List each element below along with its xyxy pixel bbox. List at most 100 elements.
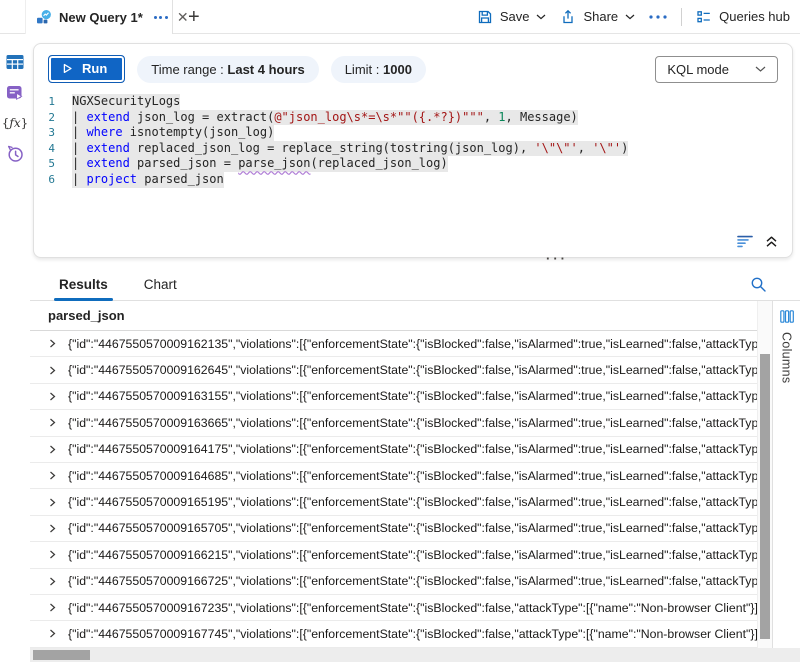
code-lines: 1NGXSecurityLogs2| extend json_log = ext…: [34, 94, 792, 188]
table-row[interactable]: {"id":"4467550570009164685","violations"…: [30, 463, 757, 489]
table-row[interactable]: {"id":"4467550570009165195","violations"…: [30, 489, 757, 515]
limit-picker[interactable]: Limit : 1000: [331, 56, 426, 83]
time-range-label: Time range :: [151, 62, 224, 77]
row-json-value: {"id":"4467550570009167235","violations"…: [68, 601, 757, 615]
code-text: | where isnotempty(json_log): [72, 125, 274, 141]
editor-actions: [737, 235, 778, 248]
tab-bar-actions: Save Share Queries hub: [477, 0, 800, 33]
code-line[interactable]: 5| extend parsed_json = parse_json(repla…: [34, 156, 792, 172]
queries-hub-label: Queries hub: [719, 9, 790, 24]
save-button[interactable]: Save: [477, 9, 547, 25]
row-json-value: {"id":"4467550570009162645","violations"…: [68, 363, 757, 377]
queries-hub-button[interactable]: Queries hub: [696, 9, 790, 25]
chevron-down-icon: [755, 66, 766, 73]
row-expand-icon[interactable]: [48, 339, 57, 348]
row-expand-icon[interactable]: [48, 418, 57, 427]
row-json-value: {"id":"4467550570009162135","violations"…: [68, 337, 757, 351]
run-label: Run: [82, 61, 107, 76]
code-line[interactable]: 2| extend json_log = extract(@"json_log\…: [34, 110, 792, 126]
row-expand-icon[interactable]: [48, 392, 57, 401]
code-text: NGXSecurityLogs: [72, 94, 180, 110]
code-text: | extend replaced_json_log = replace_str…: [72, 141, 628, 157]
columns-panel-tab[interactable]: Columns: [772, 301, 800, 648]
table-row[interactable]: {"id":"4467550570009163155","violations"…: [30, 384, 757, 410]
tables-icon[interactable]: [6, 54, 24, 70]
tab-results-label: Results: [59, 277, 108, 292]
row-json-value: {"id":"4467550570009164685","violations"…: [68, 469, 757, 483]
tab-chart[interactable]: Chart: [144, 277, 177, 300]
history-icon[interactable]: [6, 145, 24, 163]
functions-icon[interactable]: {ƒx}: [2, 116, 29, 130]
query-tab[interactable]: New Query 1* ✕: [25, 0, 173, 34]
query-editor-panel: Run Time range : Last 4 hours Limit : 10…: [33, 43, 793, 258]
row-expand-icon[interactable]: [48, 550, 57, 559]
line-number: 1: [34, 94, 72, 110]
table-row[interactable]: {"id":"4467550570009163665","violations"…: [30, 410, 757, 436]
row-expand-icon[interactable]: [48, 445, 57, 454]
left-rail: {ƒx}: [0, 34, 30, 671]
table-row[interactable]: {"id":"4467550570009166215","violations"…: [30, 542, 757, 568]
tab-close-icon[interactable]: ✕: [177, 10, 189, 24]
horizontal-scrollbar[interactable]: [30, 648, 800, 662]
query-mode-select[interactable]: KQL mode: [655, 56, 778, 83]
panel-resize-handle[interactable]: ···: [546, 251, 568, 266]
row-expand-icon[interactable]: [48, 498, 57, 507]
line-number: 3: [34, 125, 72, 141]
tab-results[interactable]: Results: [59, 277, 108, 300]
tab-chart-label: Chart: [144, 277, 177, 292]
row-expand-icon[interactable]: [48, 471, 57, 480]
code-line[interactable]: 1NGXSecurityLogs: [34, 94, 792, 110]
line-number: 5: [34, 156, 72, 172]
table-row[interactable]: {"id":"4467550570009166725","violations"…: [30, 569, 757, 595]
row-expand-icon[interactable]: [48, 629, 57, 638]
run-button[interactable]: Run: [48, 55, 125, 83]
saved-queries-icon[interactable]: [6, 85, 24, 101]
query-toolbar: Run Time range : Last 4 hours Limit : 10…: [34, 44, 792, 87]
new-tab-button[interactable]: +: [188, 7, 200, 27]
row-expand-icon[interactable]: [48, 603, 57, 612]
row-expand-icon[interactable]: [48, 577, 57, 586]
share-icon: [560, 9, 576, 25]
row-expand-icon[interactable]: [48, 366, 57, 375]
grid-rows: {"id":"4467550570009162135","violations"…: [30, 331, 757, 648]
table-row[interactable]: {"id":"4467550570009164175","violations"…: [30, 437, 757, 463]
code-editor[interactable]: 1NGXSecurityLogs2| extend json_log = ext…: [34, 94, 792, 188]
adx-app-icon: [36, 9, 52, 25]
tab-more-icon[interactable]: [154, 16, 168, 19]
vertical-scrollbar[interactable]: [757, 301, 772, 648]
query-mode-value: KQL mode: [667, 62, 729, 77]
more-commands-button[interactable]: [649, 15, 667, 19]
code-text: | project parsed_json: [72, 172, 224, 188]
table-row[interactable]: {"id":"4467550570009162645","violations"…: [30, 357, 757, 383]
vertical-scrollbar-thumb[interactable]: [760, 354, 770, 639]
row-json-value: {"id":"4467550570009163665","violations"…: [68, 416, 757, 430]
code-line[interactable]: 3| where isnotempty(json_log): [34, 125, 792, 141]
code-text: | extend parsed_json = parse_json(replac…: [72, 156, 448, 172]
table-row[interactable]: {"id":"4467550570009165705","violations"…: [30, 516, 757, 542]
chevron-down-icon: [625, 14, 635, 20]
save-icon: [477, 9, 493, 25]
code-line[interactable]: 6| project parsed_json: [34, 172, 792, 188]
view-options-icon[interactable]: [737, 235, 754, 248]
columns-panel-label: Columns: [780, 332, 794, 383]
row-json-value: {"id":"4467550570009166215","violations"…: [68, 548, 757, 562]
code-text: | extend json_log = extract(@"json_log\s…: [72, 110, 578, 126]
share-button[interactable]: Share: [560, 9, 635, 25]
column-header-label: parsed_json: [48, 308, 125, 323]
queries-hub-icon: [696, 9, 712, 25]
row-expand-icon[interactable]: [48, 524, 57, 533]
search-icon[interactable]: [750, 276, 767, 293]
table-row[interactable]: {"id":"4467550570009167745","violations"…: [30, 621, 757, 647]
row-json-value: {"id":"4467550570009167745","violations"…: [68, 627, 757, 641]
line-number: 6: [34, 172, 72, 188]
horizontal-scrollbar-thumb[interactable]: [33, 650, 90, 660]
table-row[interactable]: {"id":"4467550570009162135","violations"…: [30, 331, 757, 357]
line-number: 4: [34, 141, 72, 157]
code-line[interactable]: 4| extend replaced_json_log = replace_st…: [34, 141, 792, 157]
column-header-parsed-json[interactable]: parsed_json: [30, 301, 757, 331]
row-json-value: {"id":"4467550570009164175","violations"…: [68, 442, 757, 456]
collapse-editor-icon[interactable]: [765, 235, 778, 248]
time-range-picker[interactable]: Time range : Last 4 hours: [137, 56, 318, 83]
table-row[interactable]: {"id":"4467550570009167235","violations"…: [30, 595, 757, 621]
limit-value: 1000: [383, 62, 412, 77]
